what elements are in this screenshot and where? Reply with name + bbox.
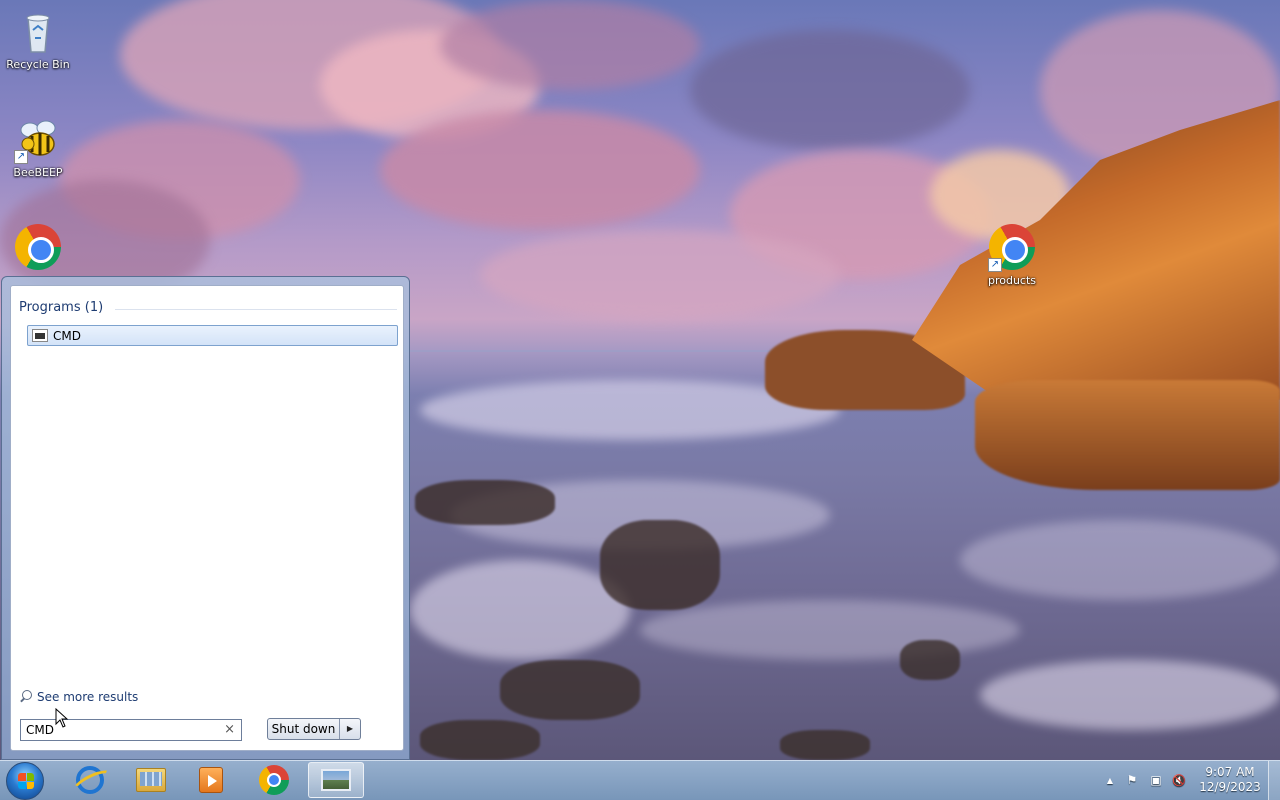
ie-icon [76, 766, 104, 794]
clock-date: 12/9/2023 [1199, 780, 1261, 794]
desktop-icon-label: products [987, 274, 1037, 287]
search-icon [19, 690, 33, 704]
volume-muted-icon[interactable]: 🔇 [1168, 774, 1190, 787]
search-result-label: CMD [53, 328, 81, 343]
taskbar-windows-explorer[interactable] [123, 762, 179, 798]
shortcut-arrow-icon: ↗ [988, 258, 1002, 272]
desktop-icon-products[interactable]: ↗ products [974, 224, 1050, 287]
shutdown-button[interactable]: Shut down [268, 719, 340, 739]
show-hidden-icons-icon[interactable]: ▲ [1100, 776, 1120, 785]
chrome-icon: ↗ [988, 224, 1036, 272]
header-divider [115, 309, 397, 310]
windows-logo-icon [18, 773, 34, 789]
start-button[interactable] [6, 762, 44, 800]
media-player-icon [199, 767, 223, 793]
cmd-icon [32, 329, 48, 342]
desktop-icon-beebeep[interactable]: ↗ BeeBEEP [0, 116, 76, 179]
start-menu: Programs (1) CMD See more results [1, 276, 410, 760]
search-results-pane: Programs (1) CMD See more results [10, 285, 404, 751]
see-more-results-link[interactable]: See more results [19, 690, 138, 704]
programs-header: Programs (1) [19, 300, 104, 315]
shutdown-button-group: Shut down ▶ [267, 718, 361, 740]
start-search-box[interactable]: × [20, 719, 242, 741]
desktop-icon-label: BeeBEEP [13, 166, 63, 179]
desktop-icon-recycle-bin[interactable]: Recycle Bin [0, 8, 76, 71]
taskbar-clock[interactable]: 9:07 AM 12/9/2023 [1196, 765, 1264, 795]
taskbar-chrome[interactable] [246, 762, 302, 798]
notification-area: ▲ ⚑ ▣ 🔇 [1100, 762, 1190, 798]
search-result-cmd[interactable]: CMD [27, 325, 398, 346]
see-more-results-label: See more results [37, 690, 139, 704]
desktop-icon-chrome[interactable] [0, 224, 76, 274]
chrome-icon [14, 224, 62, 272]
clock-time: 9:07 AM [1205, 765, 1255, 779]
taskbar-internet-explorer[interactable] [62, 762, 118, 798]
show-desktop-button[interactable] [1268, 761, 1280, 800]
chrome-icon [259, 765, 289, 795]
action-center-flag-icon[interactable]: ⚑ [1120, 773, 1144, 787]
folder-icon [136, 768, 166, 792]
taskbar-media-player[interactable] [183, 762, 239, 798]
recycle-bin-icon [14, 8, 62, 56]
shutdown-options-arrow-icon[interactable]: ▶ [340, 719, 360, 739]
clear-search-icon[interactable]: × [224, 722, 235, 737]
taskbar-photo-viewer[interactable] [308, 762, 364, 798]
shortcut-arrow-icon: ↗ [14, 150, 28, 164]
bee-icon: ↗ [14, 116, 62, 164]
desktop-icon-label: Recycle Bin [6, 58, 70, 71]
photo-icon [321, 769, 351, 791]
network-icon[interactable]: ▣ [1144, 773, 1168, 787]
